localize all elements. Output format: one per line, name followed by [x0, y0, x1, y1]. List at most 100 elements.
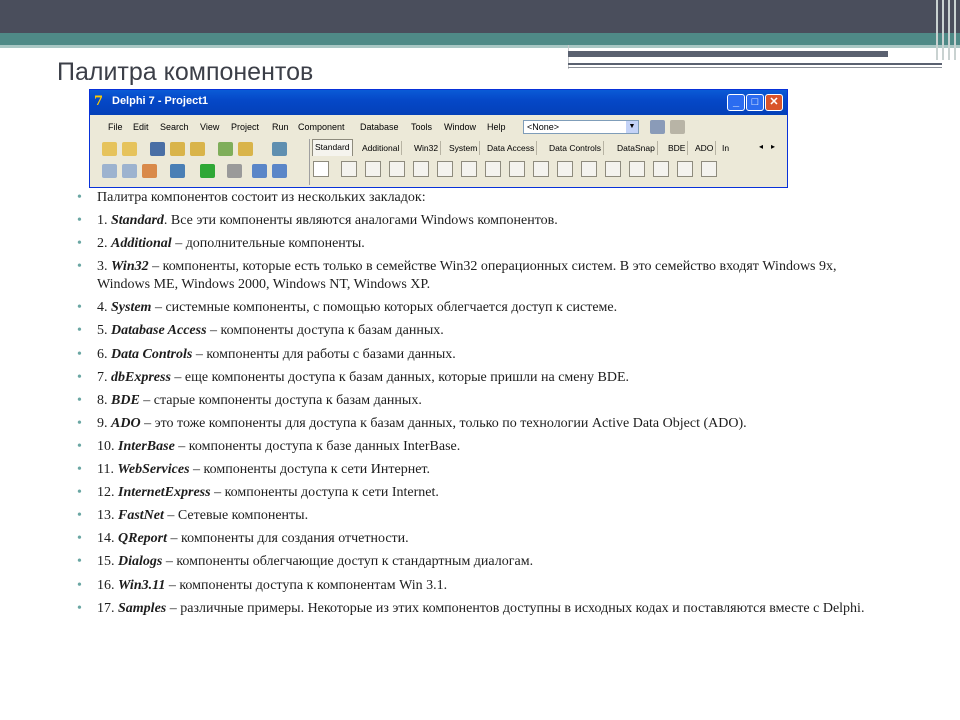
- actionlist-icon[interactable]: [701, 161, 717, 177]
- list-item: 3. Win32 – компоненты, которые есть толь…: [77, 258, 867, 294]
- tab-interbase[interactable]: In: [720, 141, 731, 155]
- trace-into-icon[interactable]: [252, 164, 267, 178]
- tab-data-controls[interactable]: Data Controls: [547, 141, 604, 155]
- tab-standard[interactable]: Standard: [312, 139, 353, 156]
- list-item: 4. System – системные компоненты, с помо…: [77, 299, 867, 317]
- close-button[interactable]: ✕: [765, 94, 783, 111]
- menu-run[interactable]: Run: [272, 122, 289, 132]
- delphi-window: 7 Delphi 7 - Project1 _ □ ✕ File Edit Se…: [89, 89, 788, 188]
- header-band-dark: [0, 0, 960, 33]
- list-item: 16. Win3.11 – компоненты доступа к компо…: [77, 577, 867, 595]
- edit-icon[interactable]: [437, 161, 453, 177]
- label-icon[interactable]: [413, 161, 429, 177]
- radiogroup-icon[interactable]: [653, 161, 669, 177]
- menu-edit[interactable]: Edit: [133, 122, 149, 132]
- tab-ado[interactable]: ADO: [693, 141, 717, 155]
- remove-from-project-icon[interactable]: [238, 142, 253, 156]
- combo-value: <None>: [527, 122, 560, 132]
- menu-window[interactable]: Window: [444, 122, 476, 132]
- frames-icon[interactable]: [341, 161, 357, 177]
- tab-name: InternetExpress: [118, 485, 211, 501]
- tab-bde[interactable]: BDE: [666, 141, 689, 155]
- save-desktop-icon[interactable]: [650, 120, 665, 134]
- button-icon[interactable]: [485, 161, 501, 177]
- tab-name: InterBase: [118, 438, 175, 454]
- list-item: 13. FastNet – Сетевые компоненты.: [77, 507, 867, 525]
- list-item: Палитра компонентов состоит из нескольки…: [77, 189, 867, 207]
- maximize-button[interactable]: □: [746, 94, 764, 111]
- tab-name: System: [111, 300, 152, 316]
- memo-icon[interactable]: [461, 161, 477, 177]
- groupbox-icon[interactable]: [629, 161, 645, 177]
- speed-toolbar: [92, 139, 302, 185]
- open-project-icon[interactable]: [190, 142, 205, 156]
- tabs-description-list: Палитра компонентов состоит из нескольки…: [77, 189, 867, 623]
- tab-system[interactable]: System: [447, 141, 481, 155]
- tab-name: Win32: [111, 259, 149, 275]
- save-all-icon[interactable]: [170, 142, 185, 156]
- menu-database[interactable]: Database: [360, 122, 399, 132]
- run-icon[interactable]: [200, 164, 215, 178]
- title-divider-line: [568, 45, 569, 69]
- list-item: 15. Dialogs – компоненты облегчающие дос…: [77, 553, 867, 571]
- chevron-down-icon[interactable]: ▼: [626, 121, 638, 133]
- tab-name: BDE: [111, 392, 140, 408]
- list-item: 1. Standard. Все эти компоненты являются…: [77, 212, 867, 230]
- minimize-button[interactable]: _: [727, 94, 745, 111]
- list-item: 2. Additional – дополнительные компонент…: [77, 235, 867, 253]
- add-to-project-icon[interactable]: [218, 142, 233, 156]
- header-stripes: [932, 0, 960, 60]
- tab-additional[interactable]: Additional: [360, 141, 403, 155]
- toggle-form-unit-icon[interactable]: [142, 164, 157, 178]
- menu-search[interactable]: Search: [160, 122, 189, 132]
- new-form-icon[interactable]: [170, 164, 185, 178]
- pause-icon[interactable]: [227, 164, 242, 178]
- listbox-icon[interactable]: [557, 161, 573, 177]
- title-accent-line-thin: [568, 67, 942, 68]
- tab-name: Dialogs: [118, 554, 163, 570]
- menu-tools[interactable]: Tools: [411, 122, 432, 132]
- menu-component[interactable]: Component: [298, 122, 345, 132]
- list-item: 12. InternetExpress – компоненты доступа…: [77, 484, 867, 502]
- menu-help[interactable]: Help: [487, 122, 506, 132]
- help-icon[interactable]: [272, 142, 287, 156]
- pointer-icon[interactable]: [313, 161, 329, 177]
- tab-name: Database Access: [111, 323, 207, 339]
- list-item: 14. QReport – компоненты для создания от…: [77, 530, 867, 548]
- view-unit-icon[interactable]: [102, 164, 117, 178]
- panel-icon[interactable]: [677, 161, 693, 177]
- mainmenu-icon[interactable]: [365, 161, 381, 177]
- list-item: 7. dbExpress – еще компоненты доступа к …: [77, 369, 867, 387]
- radiobutton-icon[interactable]: [533, 161, 549, 177]
- open-icon[interactable]: [122, 142, 137, 156]
- tab-datasnap[interactable]: DataSnap: [615, 141, 658, 155]
- window-title: Delphi 7 - Project1: [112, 95, 208, 107]
- combobox-icon[interactable]: [581, 161, 597, 177]
- scroll-right-icon[interactable]: ▸: [768, 141, 778, 153]
- menu-file[interactable]: File: [108, 122, 123, 132]
- list-item: 5. Database Access – компоненты доступа …: [77, 322, 867, 340]
- scrollbar-icon[interactable]: [605, 161, 621, 177]
- header-band-light: [0, 45, 960, 48]
- tab-name: Win3.11: [118, 577, 166, 593]
- tab-win32[interactable]: Win32: [412, 141, 442, 155]
- header-band-teal: [0, 33, 960, 45]
- tab-name: QReport: [118, 531, 167, 547]
- popupmenu-icon[interactable]: [389, 161, 405, 177]
- debug-desktop-icon[interactable]: [670, 120, 685, 134]
- step-over-icon[interactable]: [272, 164, 287, 178]
- checkbox-icon[interactable]: [509, 161, 525, 177]
- desktop-combo[interactable]: <None> ▼: [523, 120, 639, 134]
- view-form-icon[interactable]: [122, 164, 137, 178]
- menu-project[interactable]: Project: [231, 122, 259, 132]
- menu-bar: File Edit Search View Project Run Compon…: [92, 117, 786, 139]
- title-accent-bar: [568, 51, 888, 57]
- window-titlebar: 7 Delphi 7 - Project1 _ □ ✕: [90, 90, 787, 115]
- list-item: 6. Data Controls – компоненты для работы…: [77, 346, 867, 364]
- tab-data-access[interactable]: Data Access: [485, 141, 538, 155]
- menu-view[interactable]: View: [200, 122, 219, 132]
- save-icon[interactable]: [150, 142, 165, 156]
- tab-name: WebServices: [117, 462, 190, 478]
- new-icon[interactable]: [102, 142, 117, 156]
- scroll-left-icon[interactable]: ◂: [756, 141, 766, 153]
